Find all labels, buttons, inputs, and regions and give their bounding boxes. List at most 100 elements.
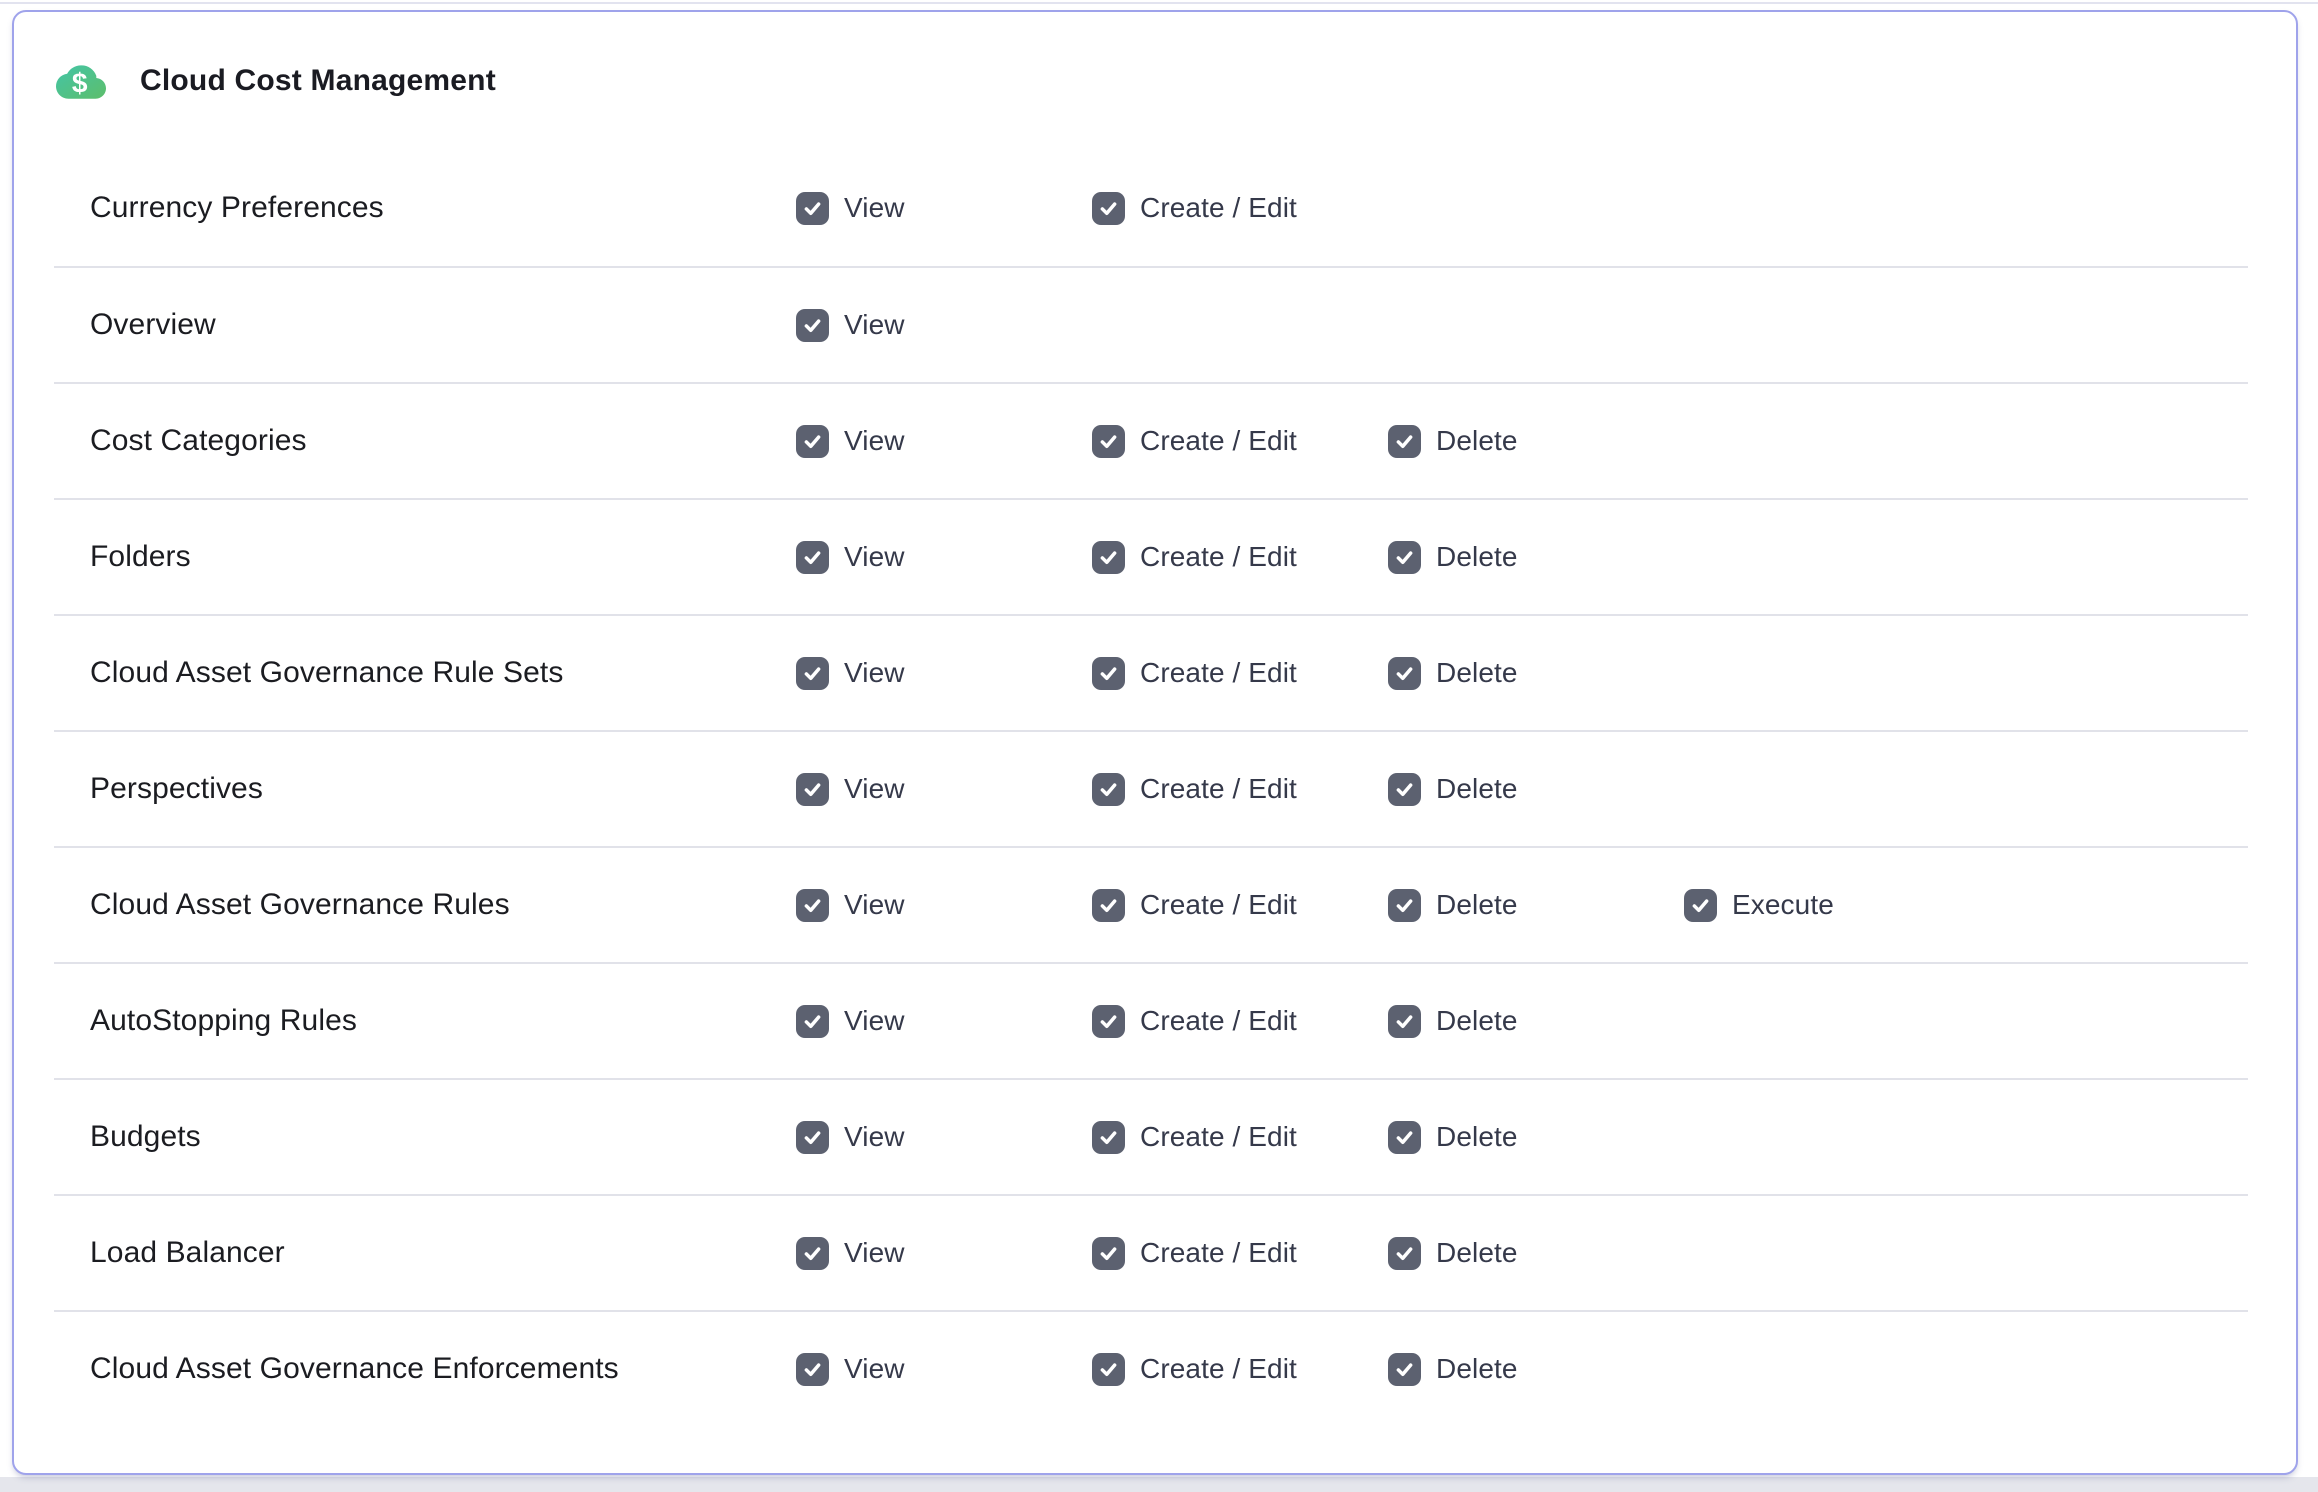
delete-checkbox[interactable]: [1388, 657, 1421, 690]
permission-label: Create / Edit: [1140, 657, 1297, 689]
view-checkbox[interactable]: [796, 773, 829, 806]
view-checkbox[interactable]: [796, 1005, 829, 1038]
delete-permission: Delete: [1388, 1353, 1684, 1386]
delete-permission: Delete: [1388, 1005, 1684, 1038]
permission-row: FoldersView Create / Edit Delete: [54, 498, 2248, 614]
permission-label: Execute: [1732, 889, 1834, 921]
permission-label: Create / Edit: [1140, 889, 1297, 921]
delete-permission: Delete: [1388, 1237, 1684, 1270]
view-permission: View: [796, 541, 1092, 574]
permission-row: Cost CategoriesViewCreate / EditDelete: [54, 382, 2248, 498]
view-permission: View: [796, 1121, 1092, 1154]
view-checkbox[interactable]: [796, 541, 829, 574]
permission-row: Cloud Asset Governance Rule SetsView Crea…: [54, 614, 2248, 730]
create-edit-permission: Create / Edit: [1092, 1005, 1388, 1038]
create-edit-checkbox[interactable]: [1092, 1005, 1125, 1038]
view-permission: View: [796, 425, 1092, 458]
create-edit-checkbox[interactable]: [1092, 1237, 1125, 1270]
create-edit-permission: Create / Edit: [1092, 889, 1388, 922]
delete-permission: Delete: [1388, 657, 1684, 690]
permission-label: Delete: [1436, 1005, 1518, 1037]
page-top-divider: [0, 2, 2318, 4]
permission-label: Delete: [1436, 1121, 1518, 1153]
resource-name: Cloud Asset Governance Rule Sets: [54, 656, 796, 690]
delete-permission: Delete: [1388, 1121, 1684, 1154]
create-edit-permission: Create / Edit: [1092, 541, 1388, 574]
view-checkbox[interactable]: [796, 1121, 829, 1154]
view-checkbox[interactable]: [796, 192, 829, 225]
permission-label: Delete: [1436, 541, 1518, 573]
create-edit-permission: Create / Edit: [1092, 1121, 1388, 1154]
create-edit-checkbox[interactable]: [1092, 773, 1125, 806]
delete-permission: Delete: [1388, 425, 1684, 458]
resource-name: AutoStopping Rules: [54, 1004, 796, 1038]
permission-label: View: [844, 1353, 905, 1385]
view-checkbox[interactable]: [796, 1353, 829, 1386]
delete-checkbox[interactable]: [1388, 1353, 1421, 1386]
resource-name: Budgets: [54, 1120, 796, 1154]
page-background-strip: [0, 1477, 2318, 1492]
permission-row: OverviewView: [54, 266, 2248, 382]
permission-label: Delete: [1436, 425, 1518, 457]
create-edit-checkbox[interactable]: [1092, 192, 1125, 225]
permission-label: Create / Edit: [1140, 1237, 1297, 1269]
delete-permission: Delete: [1388, 889, 1684, 922]
permission-label: Create / Edit: [1140, 1005, 1297, 1037]
cloud-cost-management-permissions-card: $ Cloud Cost Management Currency Prefere…: [12, 10, 2298, 1475]
permission-label: Delete: [1436, 1353, 1518, 1385]
delete-checkbox[interactable]: [1388, 1237, 1421, 1270]
permission-label: View: [844, 889, 905, 921]
card-header: $ Cloud Cost Management: [54, 12, 2248, 150]
create-edit-permission: Create / Edit: [1092, 425, 1388, 458]
create-edit-checkbox[interactable]: [1092, 541, 1125, 574]
delete-checkbox[interactable]: [1388, 773, 1421, 806]
create-edit-permission: Create / Edit: [1092, 773, 1388, 806]
create-edit-permission: Create / Edit: [1092, 192, 1388, 225]
view-permission: View: [796, 657, 1092, 690]
resource-name: Currency Preferences: [54, 191, 796, 225]
delete-permission: Delete: [1388, 773, 1684, 806]
resource-name: Load Balancer: [54, 1236, 796, 1270]
permission-label: Create / Edit: [1140, 773, 1297, 805]
resource-name: Folders: [54, 540, 796, 574]
create-edit-checkbox[interactable]: [1092, 1353, 1125, 1386]
permission-label: View: [844, 309, 905, 341]
resource-name: Cloud Asset Governance Rules: [54, 888, 796, 922]
permission-row: Load BalancerViewCreate / EditDelete: [54, 1194, 2248, 1310]
view-permission: View: [796, 1005, 1092, 1038]
permission-label: Delete: [1436, 889, 1518, 921]
create-edit-permission: Create / Edit: [1092, 1237, 1388, 1270]
permission-row: AutoStopping RulesView Create / Edit Delet…: [54, 962, 2248, 1078]
permission-row: BudgetsViewCreate / Edit Delete: [54, 1078, 2248, 1194]
view-permission: View: [796, 192, 1092, 225]
resource-name: Perspectives: [54, 772, 796, 806]
delete-checkbox[interactable]: [1388, 889, 1421, 922]
create-edit-checkbox[interactable]: [1092, 425, 1125, 458]
permission-label: Create / Edit: [1140, 1353, 1297, 1385]
permission-row: Perspectives View Create / Edit Delete: [54, 730, 2248, 846]
permission-label: View: [844, 425, 905, 457]
delete-checkbox[interactable]: [1388, 541, 1421, 574]
view-checkbox[interactable]: [796, 425, 829, 458]
permission-label: View: [844, 192, 905, 224]
view-checkbox[interactable]: [796, 1237, 829, 1270]
permission-label: Create / Edit: [1140, 425, 1297, 457]
view-checkbox[interactable]: [796, 309, 829, 342]
permission-label: View: [844, 773, 905, 805]
permission-label: Delete: [1436, 773, 1518, 805]
execute-checkbox[interactable]: [1684, 889, 1717, 922]
view-permission: View: [796, 773, 1092, 806]
permission-label: Create / Edit: [1140, 192, 1297, 224]
create-edit-checkbox[interactable]: [1092, 657, 1125, 690]
view-checkbox[interactable]: [796, 889, 829, 922]
create-edit-checkbox[interactable]: [1092, 1121, 1125, 1154]
delete-checkbox[interactable]: [1388, 425, 1421, 458]
create-edit-checkbox[interactable]: [1092, 889, 1125, 922]
view-permission: View: [796, 889, 1092, 922]
delete-checkbox[interactable]: [1388, 1121, 1421, 1154]
delete-checkbox[interactable]: [1388, 1005, 1421, 1038]
permissions-table: Currency PreferencesViewCreate / EditOve…: [54, 150, 2248, 1426]
permission-label: Create / Edit: [1140, 541, 1297, 573]
view-checkbox[interactable]: [796, 657, 829, 690]
view-permission: View: [796, 309, 1092, 342]
